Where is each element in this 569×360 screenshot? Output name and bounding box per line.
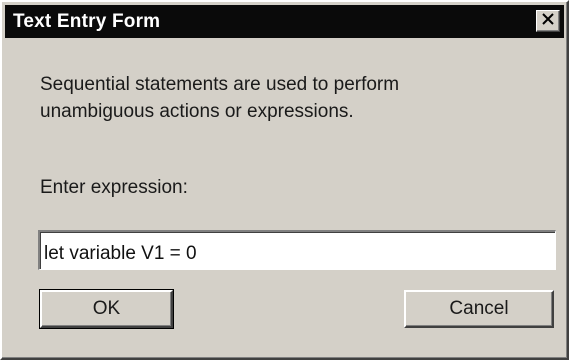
expression-label: Enter expression:	[40, 177, 188, 198]
ok-button[interactable]: OK	[39, 289, 174, 329]
expression-input[interactable]	[38, 230, 556, 270]
window-title: Text Entry Form	[13, 11, 161, 32]
description-line: Sequential statements are used to perfor…	[40, 74, 400, 95]
close-icon	[542, 12, 554, 30]
close-button[interactable]	[536, 10, 560, 32]
text-entry-dialog: Text Entry Form Sequential statements ar…	[0, 0, 569, 360]
title-bar[interactable]: Text Entry Form	[5, 5, 564, 38]
description-line: unambiguous actions or expressions.	[40, 101, 354, 122]
cancel-button[interactable]: Cancel	[404, 290, 554, 328]
description-text: Sequential statements are used to perfor…	[40, 71, 520, 125]
